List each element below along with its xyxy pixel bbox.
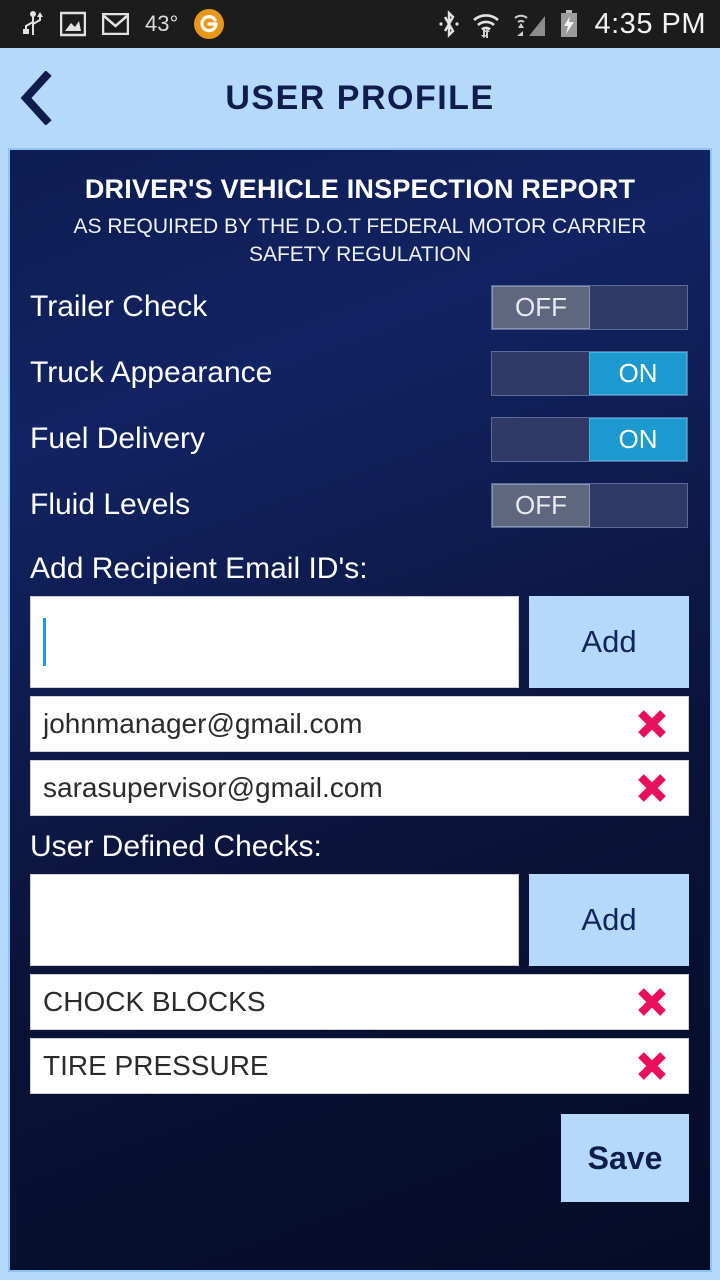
toggle-row-truck-appearance[interactable]: Truck Appearance ON xyxy=(10,340,710,406)
toggle-switch-truck-appearance[interactable]: ON xyxy=(491,350,688,396)
toggle-label: Trailer Check xyxy=(30,290,208,324)
list-item[interactable]: CHOCK BLOCKS xyxy=(30,974,689,1031)
toggle-state-label: ON xyxy=(589,351,687,395)
toggle-label: Truck Appearance xyxy=(30,356,273,390)
check-name: TIRE PRESSURE xyxy=(43,1050,269,1082)
toggle-state-label: OFF xyxy=(492,483,590,527)
status-bar-right: 4:35 PM xyxy=(438,7,707,41)
battery-charging-icon xyxy=(560,10,577,37)
app-root: 43° 4:35 PM USER PROFILE DRIVER'S VEHICL… xyxy=(0,0,720,1280)
check-name: CHOCK BLOCKS xyxy=(43,986,266,1018)
delete-x-icon[interactable] xyxy=(630,702,674,746)
report-header: DRIVER'S VEHICLE INSPECTION REPORT AS RE… xyxy=(10,150,710,274)
gmail-icon xyxy=(102,13,129,35)
delete-x-icon[interactable] xyxy=(630,980,674,1024)
footer-actions: Save xyxy=(10,1094,710,1203)
report-title: DRIVER'S VEHICLE INSPECTION REPORT xyxy=(84,174,636,204)
checks-section-label: User Defined Checks: xyxy=(30,830,322,864)
status-bar-left: 43° xyxy=(22,9,225,39)
toggle-state-label: OFF xyxy=(492,285,590,329)
weather-temperature: 43° xyxy=(145,11,179,36)
page-title: USER PROFILE xyxy=(225,78,495,117)
email-input[interactable] xyxy=(30,596,519,689)
email-add-row: Add xyxy=(10,596,710,689)
toggle-row-fuel-delivery[interactable]: Fuel Delivery ON xyxy=(10,406,710,472)
toggle-switch-trailer-check[interactable]: OFF xyxy=(491,284,688,330)
list-item[interactable]: TIRE PRESSURE xyxy=(30,1038,689,1095)
email-add-button[interactable]: Add xyxy=(529,596,689,689)
email-address: sarasupervisor@gmail.com xyxy=(43,772,383,804)
title-bar: USER PROFILE xyxy=(0,48,720,148)
checks-add-row: Add xyxy=(10,874,710,967)
delete-x-icon[interactable] xyxy=(630,766,674,810)
content-panel: DRIVER'S VEHICLE INSPECTION REPORT AS RE… xyxy=(8,148,712,1272)
list-item[interactable]: johnmanager@gmail.com xyxy=(30,696,689,753)
save-button[interactable]: Save xyxy=(561,1114,689,1203)
status-bar: 43° 4:35 PM xyxy=(0,0,720,48)
toggle-state-label: ON xyxy=(589,417,687,461)
wifi-icon xyxy=(472,14,499,38)
cell-signal-icon xyxy=(513,14,545,36)
usb-icon xyxy=(23,11,43,35)
bluetooth-icon xyxy=(438,10,459,38)
toggle-label: Fuel Delivery xyxy=(30,422,206,456)
check-input[interactable] xyxy=(30,874,519,967)
status-bar-clock: 4:35 PM xyxy=(594,7,706,40)
app-circle-icon xyxy=(194,9,225,39)
toggle-label: Fluid Levels xyxy=(30,488,191,522)
text-caret xyxy=(43,618,46,667)
delete-x-icon[interactable] xyxy=(630,1044,674,1088)
check-add-button[interactable]: Add xyxy=(529,874,689,967)
email-address: johnmanager@gmail.com xyxy=(43,708,363,740)
list-item[interactable]: sarasupervisor@gmail.com xyxy=(30,760,689,817)
report-subtitle: AS REQUIRED BY THE D.O.T FEDERAL MOTOR C… xyxy=(73,215,647,266)
toggle-row-trailer-check[interactable]: Trailer Check OFF xyxy=(10,274,710,340)
screenshot-icon xyxy=(60,11,86,37)
toggle-switch-fluid-levels[interactable]: OFF xyxy=(491,482,688,528)
toggle-row-fluid-levels[interactable]: Fluid Levels OFF xyxy=(10,472,710,538)
email-section-label: Add Recipient Email ID's: xyxy=(30,552,368,586)
toggle-switch-fuel-delivery[interactable]: ON xyxy=(491,416,688,462)
